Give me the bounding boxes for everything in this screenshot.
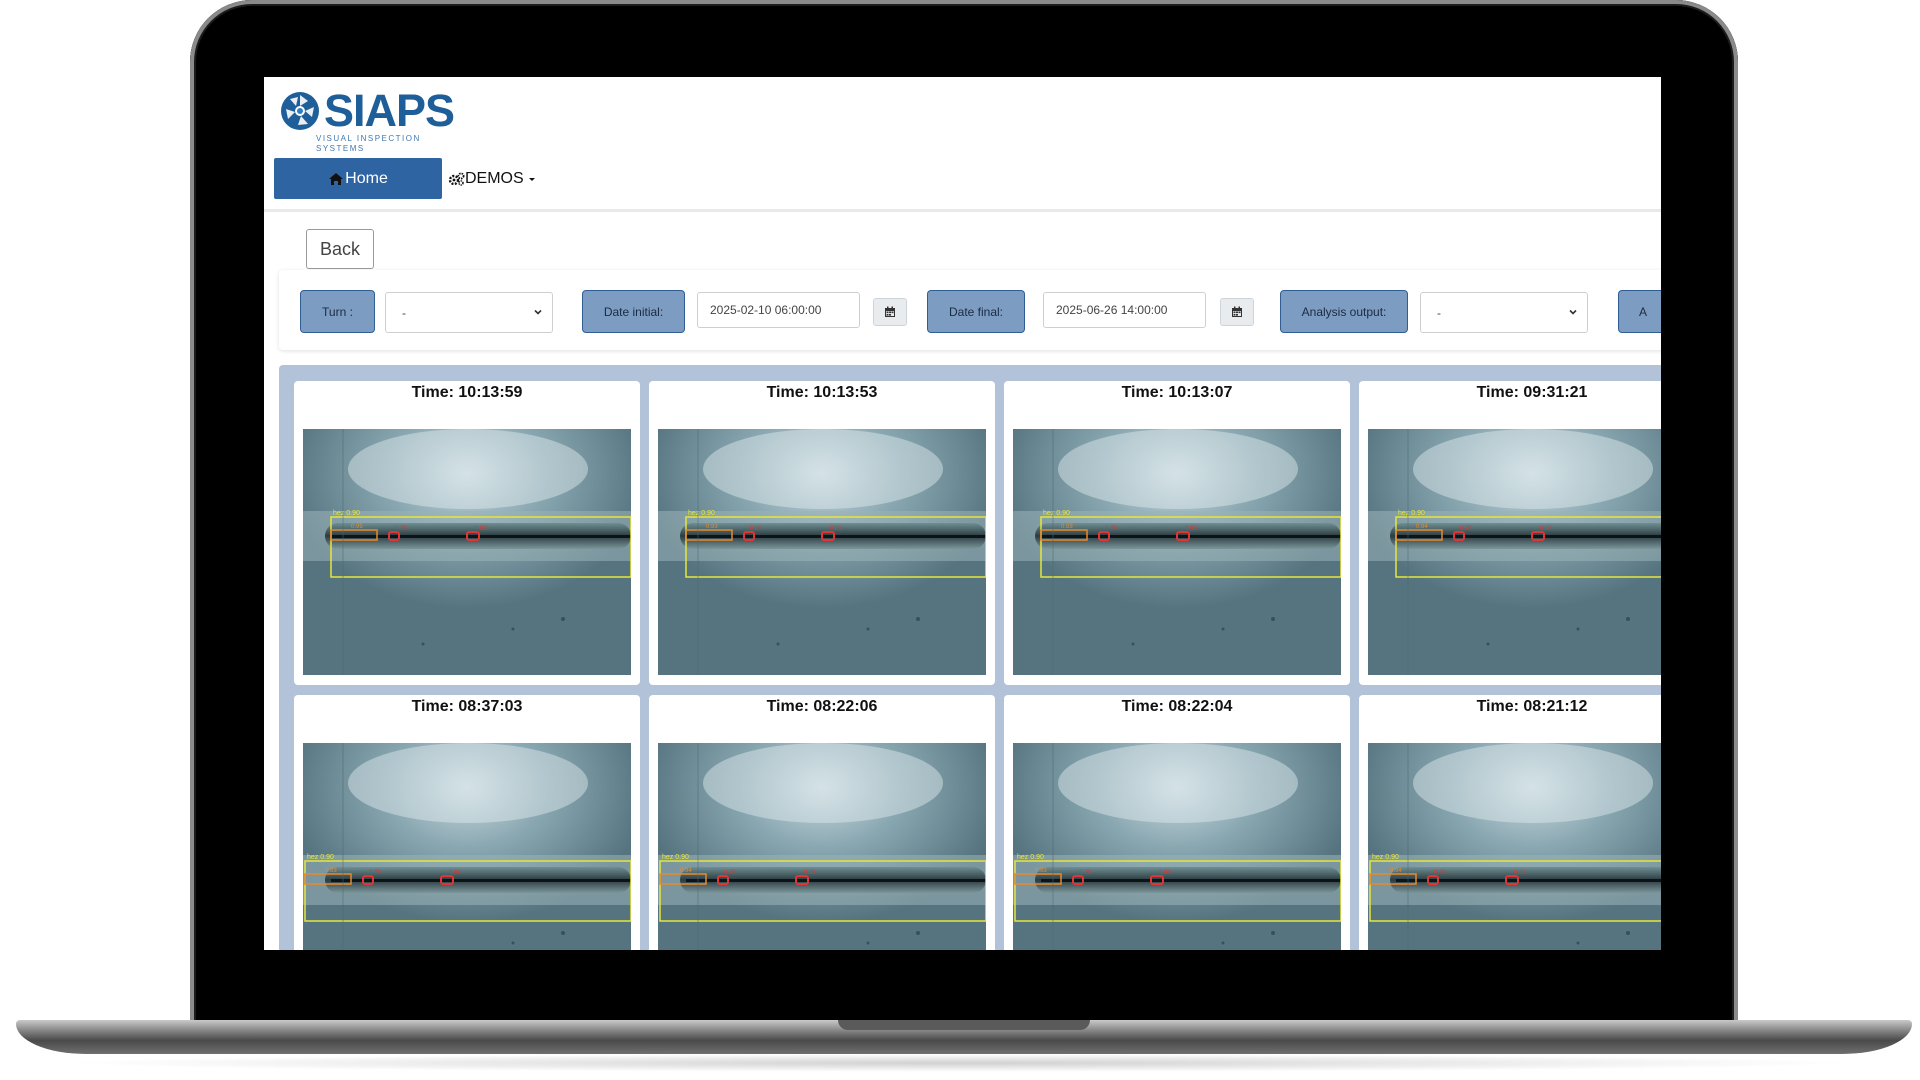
svg-text:hez 0.90: hez 0.90 bbox=[307, 854, 334, 861]
laptop-shadow bbox=[60, 1054, 1860, 1072]
nav-home-button[interactable]: Home bbox=[274, 158, 442, 199]
date-initial-calendar-button[interactable] bbox=[873, 298, 907, 326]
svg-text:0.93: 0.93 bbox=[1061, 524, 1073, 530]
nav-demos-label: DEMOS bbox=[465, 169, 524, 187]
weld-image-graphic: hez 0.90 0.93 0.79 0.80 bbox=[1013, 743, 1341, 950]
inspection-card[interactable]: Time: 08:22:06 hez 0.90 0.94 0.78 0.81 bbox=[649, 695, 995, 950]
svg-text:0.93: 0.93 bbox=[706, 524, 718, 530]
chevron-down-icon bbox=[534, 309, 542, 315]
svg-text:0.80: 0.80 bbox=[1159, 870, 1171, 876]
svg-text:0.81: 0.81 bbox=[804, 870, 816, 876]
inspection-card[interactable]: Time: 09:31:21 hez 0.90 0.94 0.78 0.80 bbox=[1359, 381, 1661, 685]
svg-text:0.93: 0.93 bbox=[1035, 868, 1047, 874]
weld-inspection-image[interactable]: hez 0.90 0.94 0.78 0.80 bbox=[1368, 429, 1661, 675]
card-timestamp: Time: 08:37:03 bbox=[411, 698, 523, 715]
nav-demos-dropdown[interactable]: DEMOS bbox=[448, 158, 537, 199]
date-initial-input[interactable]: 2025-02-10 06:00:00 bbox=[697, 292, 860, 328]
filter-bar: Turn : - Date initial: 2025-02-10 06:00:… bbox=[279, 270, 1661, 350]
svg-text:0.95: 0.95 bbox=[351, 524, 363, 530]
app-screen: SIAPS VISUAL INSPECTION SYSTEMS Home DEM… bbox=[264, 77, 1661, 950]
svg-text:0.94: 0.94 bbox=[1416, 524, 1428, 530]
svg-text:0.82: 0.82 bbox=[475, 526, 487, 532]
svg-text:0.80: 0.80 bbox=[750, 526, 762, 532]
analysis-output-select-value: - bbox=[1437, 305, 1441, 320]
turn-select-value: - bbox=[402, 305, 406, 320]
svg-text:0.79: 0.79 bbox=[1079, 870, 1091, 876]
analysis-output-select[interactable]: - bbox=[1420, 292, 1588, 333]
nav-divider bbox=[264, 209, 1661, 212]
weld-inspection-image[interactable]: hez 0.90 0.94 0.78 0.81 bbox=[658, 743, 986, 950]
date-final-input[interactable]: 2025-06-26 14:00:00 bbox=[1043, 292, 1206, 328]
svg-text:hez 0.90: hez 0.90 bbox=[1043, 510, 1070, 517]
calendar-icon bbox=[885, 306, 895, 317]
svg-text:0.81: 0.81 bbox=[830, 526, 842, 532]
card-timestamp: Time: 10:13:07 bbox=[1121, 384, 1233, 401]
nav-home-label: Home bbox=[345, 169, 388, 187]
calendar-icon bbox=[1232, 306, 1242, 317]
weld-image-graphic: hez 0.90 0.93 0.78 0.83 bbox=[1013, 429, 1341, 675]
siaps-logo[interactable]: SIAPS VISUAL INSPECTION SYSTEMS bbox=[278, 85, 458, 153]
chevron-down-icon bbox=[1569, 309, 1577, 315]
weld-inspection-image[interactable]: hez 0.90 0.93 0.79 0.84 bbox=[303, 743, 631, 950]
analysis-output-label: Analysis output: bbox=[1280, 290, 1408, 333]
weld-inspection-image[interactable]: hez 0.90 0.93 0.79 0.80 bbox=[1013, 743, 1341, 950]
svg-text:hez 0.90: hez 0.90 bbox=[1017, 854, 1044, 861]
card-timestamp: Time: 08:21:12 bbox=[1476, 698, 1588, 715]
inspection-card[interactable]: Time: 08:22:04 hez 0.90 0.93 0.79 0.80 bbox=[1004, 695, 1350, 950]
aperture-logo-icon bbox=[281, 92, 319, 130]
svg-text:hez 0.90: hez 0.90 bbox=[662, 854, 689, 861]
inspection-card[interactable]: Time: 10:13:59 hez 0.90 0.95 0.79 0.82 bbox=[294, 381, 640, 685]
date-final-label: Date final: bbox=[927, 290, 1025, 333]
card-timestamp: Time: 08:22:06 bbox=[766, 698, 878, 715]
svg-text:0.83: 0.83 bbox=[1185, 526, 1197, 532]
svg-text:0.78: 0.78 bbox=[1460, 526, 1472, 532]
laptop-notch bbox=[838, 1020, 1090, 1030]
svg-text:0.84: 0.84 bbox=[449, 870, 461, 876]
weld-inspection-image[interactable]: hez 0.90 0.95 0.79 0.82 bbox=[303, 429, 631, 675]
weld-image-graphic: hez 0.90 0.93 0.79 0.84 bbox=[303, 743, 631, 950]
svg-text:0.80: 0.80 bbox=[1540, 526, 1552, 532]
svg-text:hez 0.90: hez 0.90 bbox=[1398, 510, 1425, 517]
brand-tagline: VISUAL INSPECTION SYSTEMS bbox=[316, 134, 421, 153]
inspection-card[interactable]: Time: 10:13:53 hez 0.90 0.93 0.80 0.81 bbox=[649, 381, 995, 685]
weld-inspection-image[interactable]: hez 0.90 0.94 0.78 0.81 bbox=[1368, 743, 1661, 950]
back-button[interactable]: Back bbox=[306, 229, 374, 269]
brand-name: SIAPS bbox=[324, 85, 455, 136]
weld-inspection-image[interactable]: hez 0.90 0.93 0.80 0.81 bbox=[658, 429, 986, 675]
image-grid-panel: Time: 10:13:59 hez 0.90 0.95 0.79 0.82 Time: … bbox=[279, 365, 1661, 950]
card-timestamp: Time: 08:22:04 bbox=[1121, 698, 1233, 715]
inspection-card[interactable]: Time: 08:21:12 hez 0.90 0.94 0.78 0.81 bbox=[1359, 695, 1661, 950]
card-timestamp: Time: 10:13:59 bbox=[411, 384, 523, 401]
svg-text:hez 0.90: hez 0.90 bbox=[333, 510, 360, 517]
svg-text:0.79: 0.79 bbox=[369, 870, 381, 876]
svg-text:0.78: 0.78 bbox=[724, 870, 736, 876]
inspection-card[interactable]: Time: 10:13:07 hez 0.90 0.93 0.78 0.83 bbox=[1004, 381, 1350, 685]
gears-icon bbox=[448, 172, 465, 186]
card-timestamp: Time: 09:31:21 bbox=[1476, 384, 1588, 401]
svg-text:0.78: 0.78 bbox=[1105, 526, 1117, 532]
weld-image-graphic: hez 0.90 0.94 0.78 0.81 bbox=[1368, 743, 1661, 950]
more-filter-label: A bbox=[1618, 290, 1661, 333]
caret-down-icon bbox=[528, 177, 535, 181]
weld-image-graphic: hez 0.90 0.95 0.79 0.82 bbox=[303, 429, 631, 675]
svg-text:0.79: 0.79 bbox=[395, 526, 407, 532]
svg-text:hez 0.90: hez 0.90 bbox=[688, 510, 715, 517]
svg-text:hez 0.90: hez 0.90 bbox=[1372, 854, 1399, 861]
svg-text:0.93: 0.93 bbox=[325, 868, 337, 874]
card-timestamp: Time: 10:13:53 bbox=[766, 384, 878, 401]
weld-image-graphic: hez 0.90 0.94 0.78 0.80 bbox=[1368, 429, 1661, 675]
turn-select[interactable]: - bbox=[385, 292, 553, 333]
svg-text:0.94: 0.94 bbox=[680, 868, 692, 874]
turn-label: Turn : bbox=[300, 290, 375, 333]
weld-image-graphic: hez 0.90 0.93 0.80 0.81 bbox=[658, 429, 986, 675]
date-initial-label: Date initial: bbox=[582, 290, 685, 333]
home-icon bbox=[329, 172, 344, 185]
svg-text:0.81: 0.81 bbox=[1514, 870, 1526, 876]
svg-text:0.78: 0.78 bbox=[1434, 870, 1446, 876]
date-final-calendar-button[interactable] bbox=[1220, 298, 1254, 326]
svg-text:0.94: 0.94 bbox=[1390, 868, 1402, 874]
weld-inspection-image[interactable]: hez 0.90 0.93 0.78 0.83 bbox=[1013, 429, 1341, 675]
inspection-card[interactable]: Time: 08:37:03 hez 0.90 0.93 0.79 0.84 bbox=[294, 695, 640, 950]
weld-image-graphic: hez 0.90 0.94 0.78 0.81 bbox=[658, 743, 986, 950]
